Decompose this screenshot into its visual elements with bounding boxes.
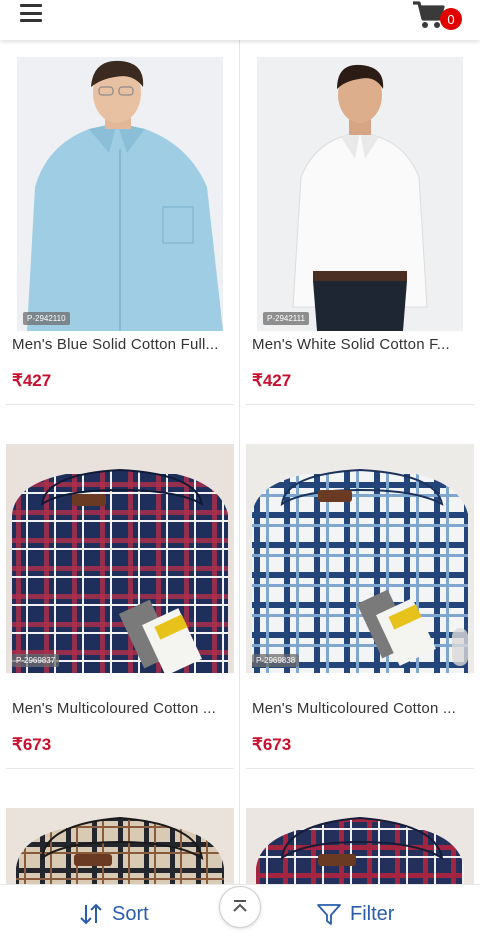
- cart-button[interactable]: 0: [412, 0, 464, 34]
- cart-count-badge: 0: [440, 8, 462, 30]
- man-light-blue-shirt-image: [17, 57, 223, 331]
- product-card[interactable]: P-2942110 Men's Blue Solid Cotton Full..…: [6, 40, 234, 406]
- folded-red-navy-check-shirt-image: [246, 808, 474, 888]
- top-bar: 0: [0, 0, 480, 40]
- folded-navy-check-shirt-image: [6, 444, 234, 673]
- folded-blue-white-check-shirt-image: [246, 444, 474, 673]
- product-image[interactable]: P-2969837: [6, 444, 234, 673]
- product-card[interactable]: P-2969837 Men's Multicoloured Cotton ...…: [6, 444, 234, 770]
- card-divider: [6, 768, 234, 769]
- funnel-icon: [317, 904, 341, 925]
- product-card[interactable]: [6, 808, 234, 888]
- man-white-shirt-image: [257, 57, 463, 331]
- product-image[interactable]: P-2942110: [17, 57, 223, 331]
- product-sku: P-2969837: [12, 654, 60, 667]
- scroll-to-top-icon: [233, 900, 247, 912]
- sort-label: Sort: [112, 902, 149, 925]
- sort-arrows-icon: [80, 903, 102, 925]
- product-image[interactable]: [246, 808, 474, 888]
- product-title[interactable]: Men's Multicoloured Cotton ...: [252, 700, 474, 717]
- card-divider: [246, 404, 474, 405]
- grid-divider: [239, 40, 240, 890]
- product-card[interactable]: [246, 808, 474, 888]
- scroll-to-top-button[interactable]: [219, 886, 261, 928]
- product-price: ₹427: [12, 371, 52, 390]
- card-divider: [6, 404, 234, 405]
- product-price: ₹673: [12, 735, 52, 754]
- product-image[interactable]: P-2942111: [257, 57, 463, 331]
- product-card[interactable]: P-2942111 Men's White Solid Cotton F... …: [246, 40, 474, 406]
- filter-button[interactable]: Filter: [316, 901, 394, 927]
- product-sku: P-2942110: [23, 312, 70, 325]
- filter-label: Filter: [350, 902, 395, 925]
- product-image[interactable]: P-2969838: [246, 444, 474, 673]
- product-sku: P-2942111: [263, 312, 309, 325]
- product-price: ₹673: [252, 735, 292, 754]
- product-price: ₹427: [252, 371, 292, 390]
- sort-button[interactable]: Sort: [78, 901, 149, 927]
- product-title[interactable]: Men's Blue Solid Cotton Full...: [12, 336, 234, 353]
- product-title[interactable]: Men's White Solid Cotton F...: [252, 336, 474, 353]
- folded-beige-check-shirt-image: [6, 808, 234, 888]
- product-title[interactable]: Men's Multicoloured Cotton ...: [12, 700, 234, 717]
- card-divider: [246, 768, 474, 769]
- product-image[interactable]: [6, 808, 234, 888]
- product-card[interactable]: P-2969838 Men's Multicoloured Cotton ...…: [246, 444, 474, 770]
- product-sku: P-2969838: [252, 654, 300, 667]
- hamburger-menu-icon[interactable]: [20, 4, 42, 22]
